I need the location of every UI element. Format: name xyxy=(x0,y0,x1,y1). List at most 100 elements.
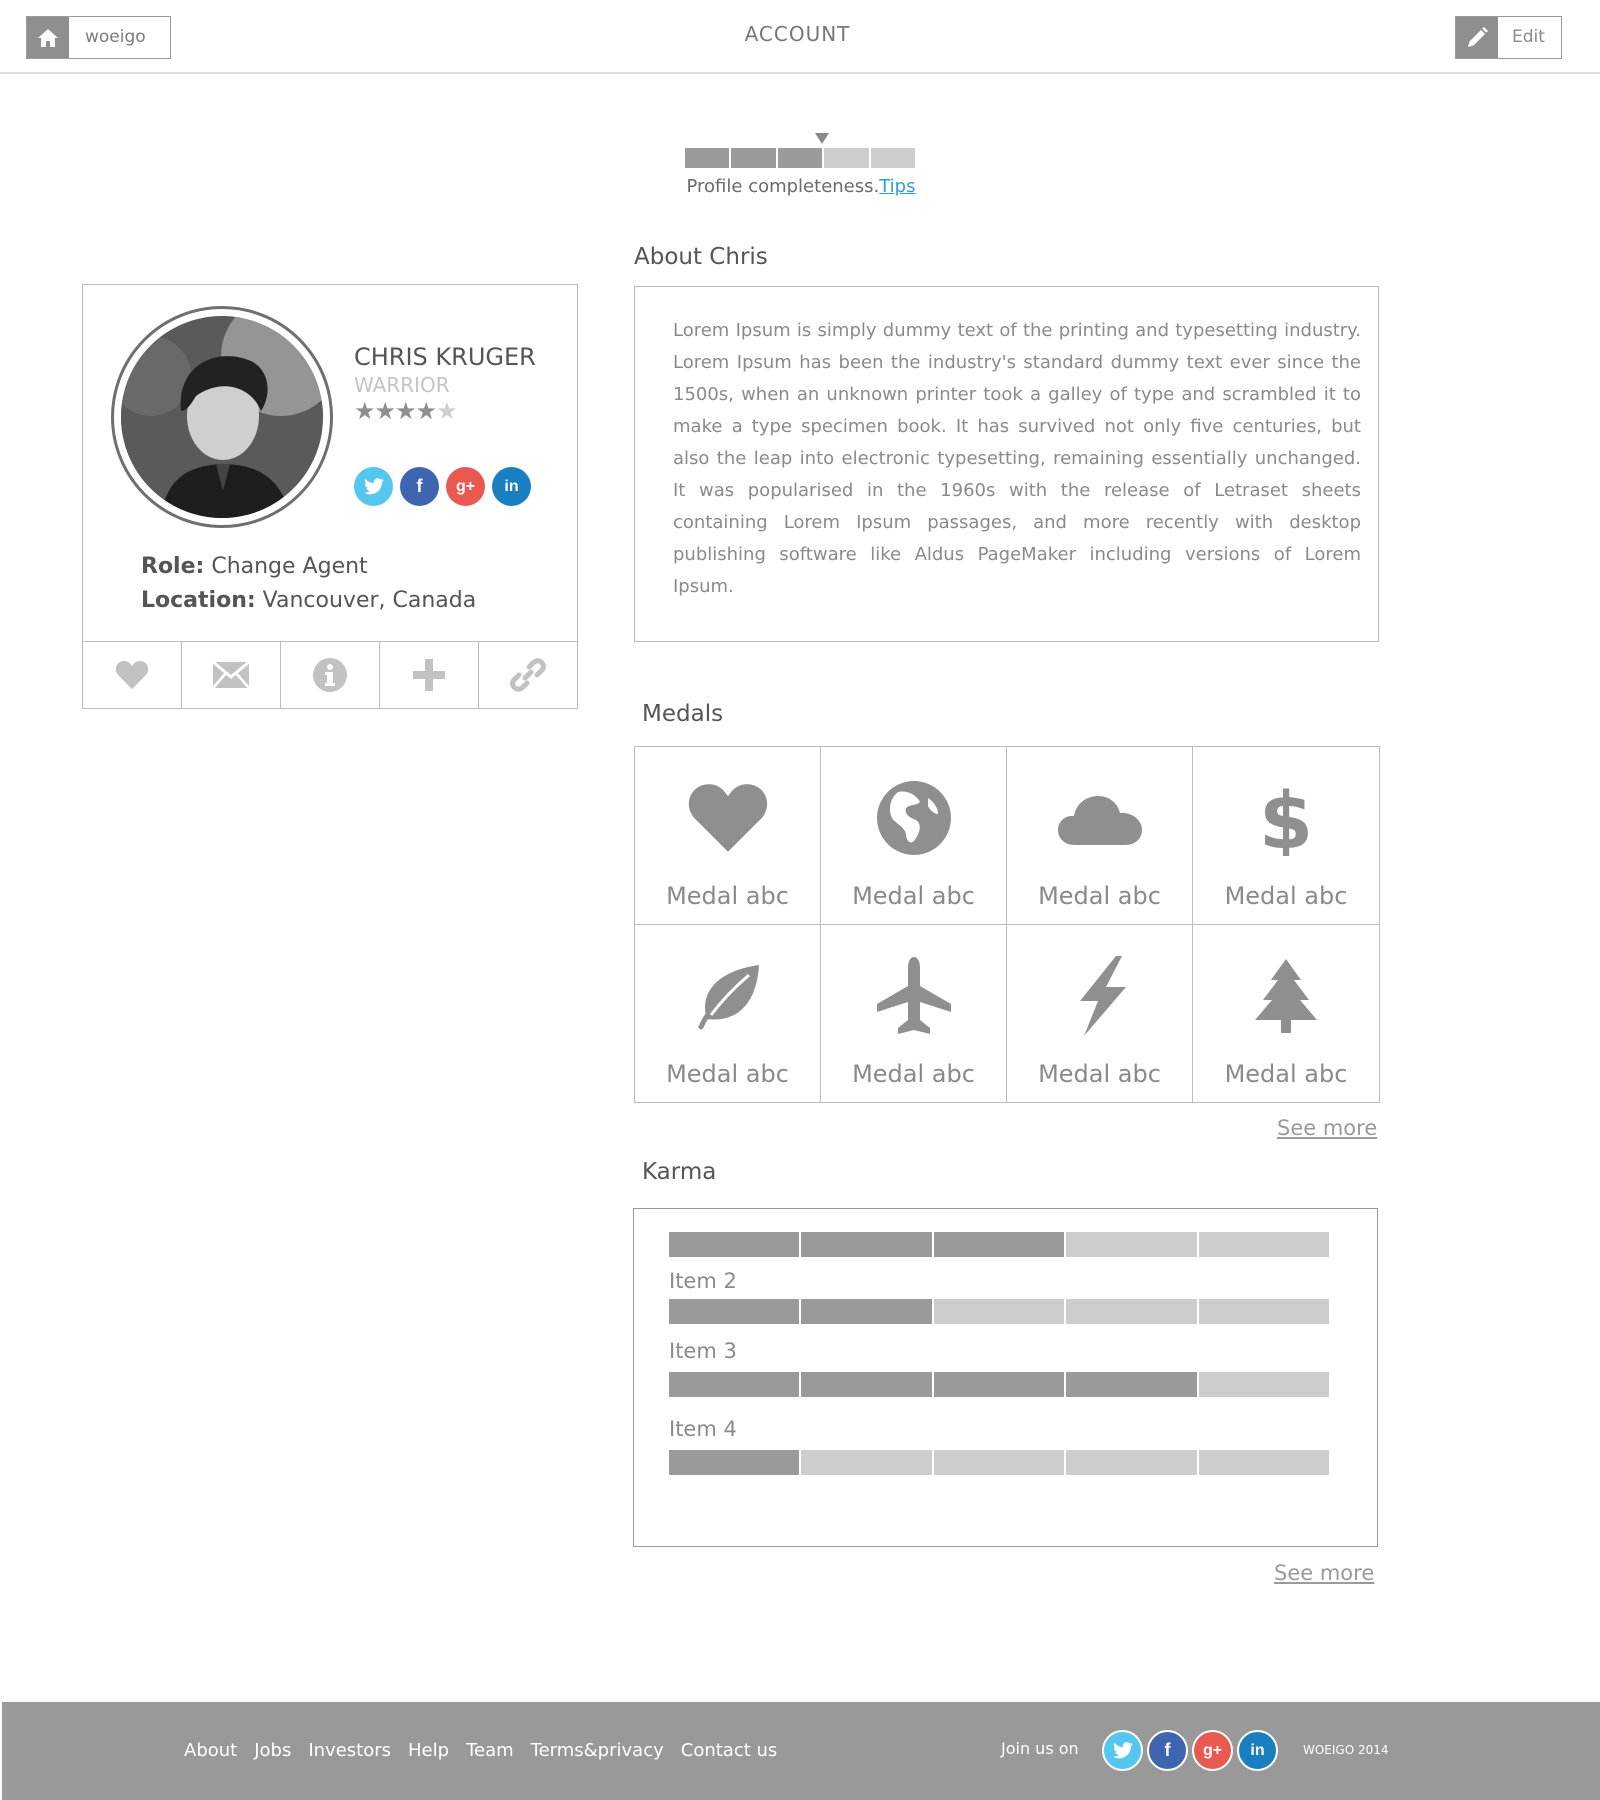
join-us-text: Join us on xyxy=(1001,1739,1079,1758)
heart-icon xyxy=(688,784,767,852)
bar-segment-filled xyxy=(685,148,730,168)
karma-item-label: Item 4 xyxy=(669,1417,737,1441)
mail-icon xyxy=(212,661,250,689)
medals-grid: Medal abc Medal abc Medal abc $ Medal ab… xyxy=(634,746,1380,1103)
profile-rank: WARRIOR xyxy=(354,373,450,397)
twitter-icon[interactable] xyxy=(354,467,393,506)
star-filled-icon: ★ xyxy=(374,397,396,425)
leaf-icon xyxy=(698,964,759,1029)
medal-item[interactable]: Medal abc xyxy=(635,747,821,925)
footer-link-team[interactable]: Team xyxy=(466,1740,514,1761)
bar-segment-filled xyxy=(669,1372,800,1397)
edit-button[interactable]: Edit xyxy=(1455,16,1562,59)
footer-link-terms[interactable]: Terms&privacy xyxy=(531,1740,664,1761)
like-button[interactable] xyxy=(83,642,182,708)
profile-action-bar xyxy=(83,641,577,708)
bar-segment-filled xyxy=(669,1232,800,1257)
medal-item[interactable]: $ Medal abc xyxy=(1193,747,1379,925)
footer-link-jobs[interactable]: Jobs xyxy=(254,1740,291,1761)
karma-bar xyxy=(669,1299,1331,1324)
profile-name: CHRIS KRUGER xyxy=(354,343,536,371)
karma-box: Item 2 Item 3 Item 4 xyxy=(633,1208,1378,1547)
bar-segment-filled xyxy=(1066,1372,1197,1397)
footer-link-about[interactable]: About xyxy=(184,1740,237,1761)
bar-segment-empty xyxy=(1198,1299,1330,1324)
linkedin-icon[interactable]: in xyxy=(492,467,531,506)
plus-icon xyxy=(413,659,445,691)
link-icon xyxy=(510,658,546,692)
add-button[interactable] xyxy=(380,642,479,708)
bar-segment-filled xyxy=(801,1232,932,1257)
facebook-icon[interactable]: f xyxy=(400,467,439,506)
completeness-bar xyxy=(685,148,916,168)
page-title: ACCOUNT xyxy=(744,22,851,46)
medal-label: Medal abc xyxy=(666,882,789,910)
profile-social-links: f g+ in xyxy=(354,467,538,506)
role-value: Change Agent xyxy=(211,554,368,579)
edit-label: Edit xyxy=(1512,27,1545,47)
facebook-icon[interactable]: f xyxy=(1147,1730,1188,1771)
footer-social-links: f g+ in xyxy=(1102,1730,1282,1771)
location-value: Vancouver, Canada xyxy=(262,588,477,613)
avatar xyxy=(121,316,323,518)
see-more-medals-link[interactable]: See more xyxy=(1277,1116,1377,1140)
medal-item[interactable]: Medal abc xyxy=(635,924,821,1102)
medal-label: Medal abc xyxy=(666,1059,789,1088)
completeness-text: Profile completeness.Tips xyxy=(685,176,917,197)
star-rating: ★★★★★ xyxy=(354,397,458,425)
completeness-marker-icon xyxy=(815,133,829,144)
medal-item[interactable]: Medal abc xyxy=(1193,925,1379,1103)
medal-label: Medal abc xyxy=(1038,882,1161,910)
karma-item-label: Item 3 xyxy=(669,1339,737,1363)
bar-segment-empty xyxy=(933,1450,1065,1475)
info-button[interactable] xyxy=(281,642,380,708)
bar-segment-filled xyxy=(669,1450,800,1475)
bar-segment-filled xyxy=(669,1299,800,1324)
airplane-icon xyxy=(876,956,951,1034)
bar-segment-filled xyxy=(933,1232,1065,1257)
bar-segment-filled xyxy=(801,1299,932,1324)
star-filled-icon: ★ xyxy=(395,397,416,425)
karma-bar xyxy=(669,1450,1331,1475)
header: woeigo ACCOUNT Edit xyxy=(0,0,1600,74)
bar-segment-empty xyxy=(1198,1450,1330,1475)
see-more-karma-link[interactable]: See more xyxy=(1274,1561,1374,1585)
google-plus-icon[interactable]: g+ xyxy=(1192,1730,1233,1771)
medal-item[interactable]: Medal abc xyxy=(1007,747,1193,925)
medal-item[interactable]: Medal abc xyxy=(821,924,1007,1102)
info-icon xyxy=(313,658,347,692)
message-button[interactable] xyxy=(182,642,281,708)
twitter-icon[interactable] xyxy=(1102,1730,1143,1771)
medal-label: Medal abc xyxy=(852,1059,975,1088)
footer-link-investors[interactable]: Investors xyxy=(308,1740,391,1761)
karma-bar xyxy=(669,1232,1331,1257)
footer-link-contact[interactable]: Contact us xyxy=(681,1740,778,1761)
medal-item[interactable]: Medal abc xyxy=(1007,924,1193,1102)
footer-link-help[interactable]: Help xyxy=(408,1740,449,1761)
share-link-button[interactable] xyxy=(479,642,577,708)
medal-item[interactable]: Medal abc xyxy=(821,747,1007,925)
about-title: About Chris xyxy=(634,244,768,270)
star-filled-icon: ★ xyxy=(354,397,375,425)
about-text: Lorem Ipsum is simply dummy text of the … xyxy=(673,320,1361,597)
bar-segment-empty xyxy=(1066,1232,1197,1257)
google-plus-icon[interactable]: g+ xyxy=(446,467,485,506)
tree-icon xyxy=(1255,958,1317,1033)
footer-links: About Jobs Investors Help Team Terms&pri… xyxy=(184,1740,794,1761)
pencil-icon xyxy=(1456,17,1498,58)
bar-segment-empty xyxy=(870,148,916,168)
role-line: Role: Change Agent xyxy=(141,554,368,579)
bar-segment-empty xyxy=(933,1299,1065,1324)
tips-link[interactable]: Tips xyxy=(879,176,915,197)
medal-label: Medal abc xyxy=(852,882,975,910)
lightning-icon xyxy=(1079,955,1126,1036)
globe-icon xyxy=(876,781,951,855)
location-line: Location: Vancouver, Canada xyxy=(141,588,476,613)
bar-segment-empty xyxy=(1198,1372,1330,1397)
dollar-icon: $ xyxy=(1259,780,1313,856)
copyright: WOEIGO 2014 xyxy=(1303,1743,1389,1757)
linkedin-icon[interactable]: in xyxy=(1237,1730,1278,1771)
bar-segment-empty xyxy=(801,1450,932,1475)
bar-segment-filled xyxy=(777,148,823,168)
medal-label: Medal abc xyxy=(1224,882,1348,910)
